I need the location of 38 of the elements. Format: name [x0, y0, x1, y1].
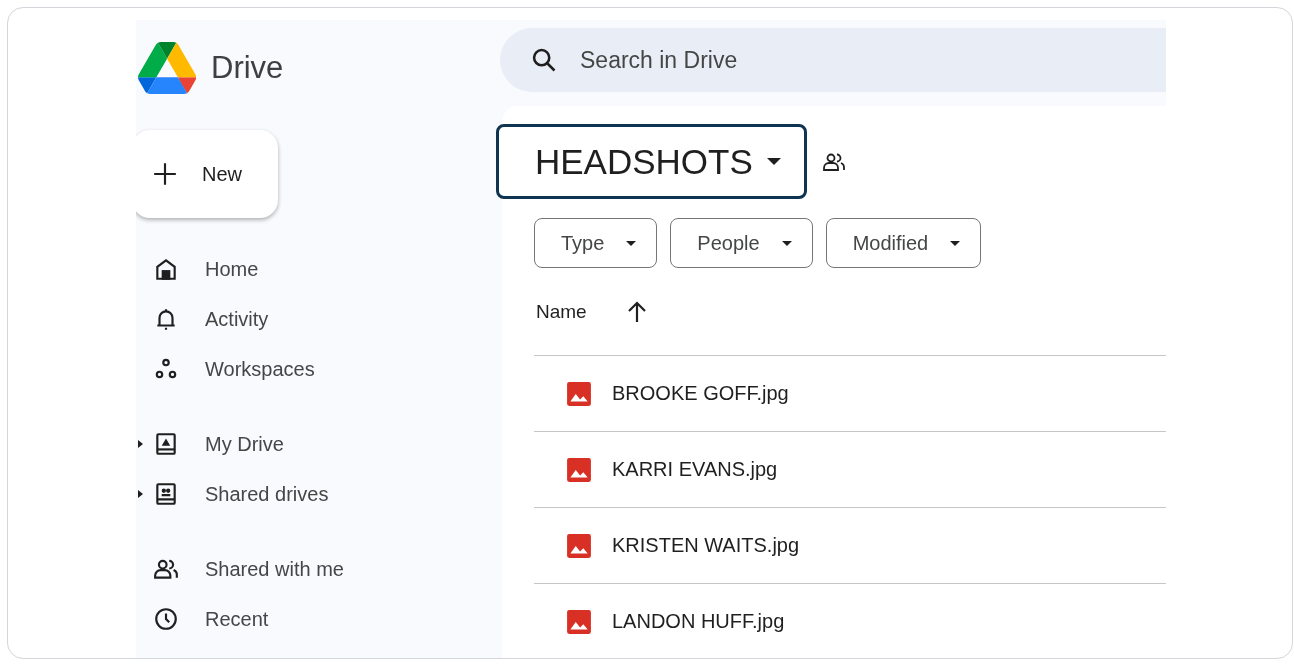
folder-title-button[interactable]: HEADSHOTS [496, 124, 807, 199]
image-file-icon [566, 608, 592, 635]
search-bar[interactable]: Search in Drive [500, 28, 1166, 92]
home-icon [153, 256, 179, 282]
arrow-up-icon[interactable] [626, 300, 647, 323]
image-file-icon [566, 456, 592, 483]
plus-icon [152, 161, 178, 187]
filter-chip[interactable]: People [670, 218, 813, 268]
image-file-icon [566, 532, 592, 559]
image-file-icon [566, 380, 592, 407]
drive-folder-icon [153, 431, 179, 457]
filter-chip[interactable]: Type [534, 218, 658, 268]
nav-item[interactable]: Recent [136, 594, 502, 644]
nav-item[interactable]: My Drive [136, 419, 502, 469]
nav-item[interactable]: Home [136, 244, 502, 294]
drive-logo-icon [138, 42, 196, 94]
shared-drives-icon [153, 481, 179, 507]
caret-down-icon [626, 240, 637, 246]
file-name[interactable]: LANDON HUFF.jpg [612, 610, 785, 633]
file-name[interactable]: KARRI EVANS.jpg [612, 458, 778, 481]
clock-icon [153, 606, 179, 632]
filter-chip[interactable]: Modified [825, 218, 982, 268]
nav-item[interactable]: Activity [136, 294, 502, 344]
caret-down-icon [781, 240, 792, 246]
caret-icon [138, 490, 143, 498]
caret-down-icon [766, 158, 781, 165]
caret-down-icon [950, 240, 961, 246]
nav-item[interactable]: Workspaces [136, 344, 502, 394]
column-header[interactable]: Name [536, 300, 587, 323]
file-name[interactable]: BROOKE GOFF.jpg [612, 382, 789, 405]
app-name: Drive [211, 50, 284, 86]
new-button[interactable]: New [136, 130, 278, 218]
search-icon [530, 46, 558, 74]
nav-item[interactable]: Shared with me [136, 544, 502, 594]
search-field[interactable]: Search in Drive [578, 45, 982, 75]
caret-icon [138, 440, 143, 448]
file-name[interactable]: KRISTEN WAITS.jpg [612, 534, 800, 557]
nav-item[interactable]: Shared drives [136, 469, 502, 519]
